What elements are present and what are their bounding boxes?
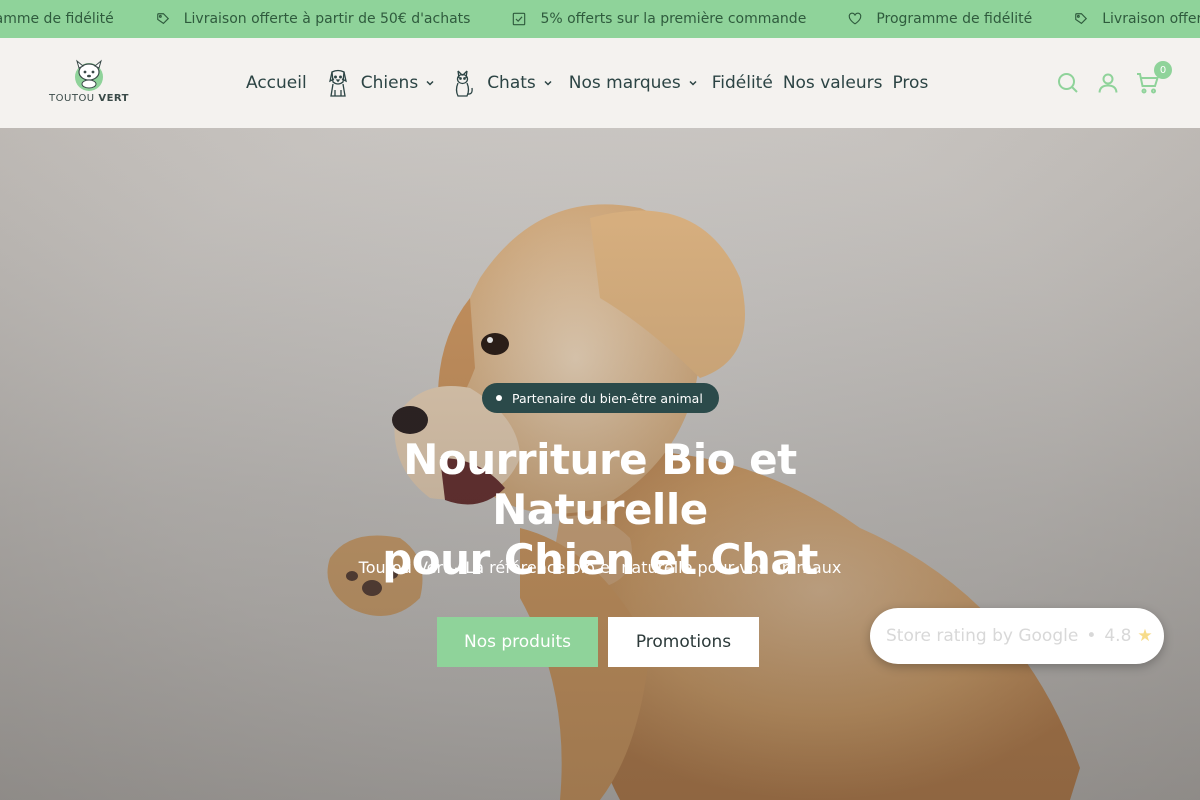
nav-label: Chiens — [360, 73, 419, 93]
tag-icon — [1075, 13, 1088, 25]
rating-separator: • — [1086, 626, 1097, 646]
announcement-item: Programme de fidélité — [848, 11, 1032, 27]
account-icon — [1098, 73, 1118, 93]
badge-text: Partenaire du bien-être animal — [512, 390, 703, 406]
cart-count-badge: 0 — [1154, 61, 1172, 79]
nav-label: Fidélité — [711, 73, 773, 93]
chevron-down-icon — [689, 80, 697, 86]
announcement-text: Livraison offerte à p — [1102, 11, 1200, 27]
nav-label: Pros — [892, 73, 929, 93]
badge-dot — [496, 395, 502, 401]
logo-mascot-icon — [75, 59, 103, 91]
header-actions: 0 — [1040, 38, 1172, 128]
rating-score: 4.8 — [1104, 626, 1132, 646]
search-icon — [1058, 73, 1078, 93]
announcement-bar: gramme de fidélité Livraison offerte à p… — [0, 0, 1200, 38]
hero-banner: Partenaire du bien-être animal Nourritur… — [0, 128, 1200, 800]
nav-item-nos-marques[interactable]: Nos marques — [569, 73, 698, 93]
announcement-text: 5% offerts sur la première commande — [540, 11, 807, 27]
account-button[interactable] — [1096, 71, 1120, 95]
tag-icon — [156, 13, 169, 25]
chevron-down-icon — [426, 80, 434, 86]
logo-word-2: VERT — [98, 93, 129, 104]
hero-subtitle: Toutou Vert - La référence bio et nature… — [358, 558, 842, 577]
promotions-button[interactable]: Promotions — [608, 617, 759, 667]
announcement-text: Programme de fidélité — [876, 11, 1033, 27]
logo-text: TOUTOU VERT — [49, 93, 129, 104]
nav-item-accueil[interactable]: Accueil — [246, 73, 307, 93]
logo[interactable]: TOUTOU VERT — [49, 58, 129, 110]
announcement-item: Livraison offerte à p — [1074, 11, 1200, 27]
nav-label: Accueil — [246, 73, 307, 93]
partner-badge: Partenaire du bien-être animal — [482, 383, 719, 413]
main-nav: Accueil Chiens Chats Nos marques Fidélit… — [246, 38, 938, 128]
chevron-down-icon — [544, 80, 552, 86]
nav-item-nos-valeurs[interactable]: Nos valeurs — [783, 73, 883, 93]
nav-label: Chats — [487, 73, 536, 93]
cat-icon — [456, 70, 473, 97]
nav-label: Nos valeurs — [782, 73, 883, 93]
google-rating-widget[interactable]: Store rating by Google • 4.8 ★ — [870, 608, 1164, 664]
dog-icon — [328, 69, 347, 97]
announcement-item: Livraison offerte à partir de 50€ d'acha… — [156, 11, 471, 27]
heart-icon — [849, 12, 862, 25]
check-square-icon — [513, 12, 526, 26]
announcement-item: 5% offerts sur la première commande — [512, 11, 806, 27]
announcement-track: gramme de fidélité Livraison offerte à p… — [0, 0, 1200, 38]
nav-item-chiens[interactable]: Chiens — [361, 73, 435, 93]
nav-label: Nos marques — [568, 73, 681, 93]
site-header: TOUTOU VERT Accueil Chiens Chats Nos mar… — [0, 38, 1200, 128]
hero-title-line-1: Nourriture Bio et Naturelle — [403, 435, 797, 534]
cart-button[interactable]: 0 — [1136, 61, 1172, 95]
star-icon: ★ — [1137, 626, 1153, 646]
nav-item-pros[interactable]: Pros — [892, 73, 928, 93]
nav-item-fidelite[interactable]: Fidélité — [712, 73, 773, 93]
logo-word-1: TOUTOU — [49, 93, 95, 104]
announcement-item: gramme de fidélité — [0, 11, 114, 27]
announcement-text: Livraison offerte à partir de 50€ d'acha… — [183, 11, 471, 27]
products-button[interactable]: Nos produits — [437, 617, 598, 667]
search-button[interactable] — [1056, 71, 1080, 95]
announcement-text: gramme de fidélité — [0, 11, 114, 27]
rating-label: Store rating by Google — [886, 626, 1079, 646]
nav-item-chats[interactable]: Chats — [487, 73, 553, 93]
